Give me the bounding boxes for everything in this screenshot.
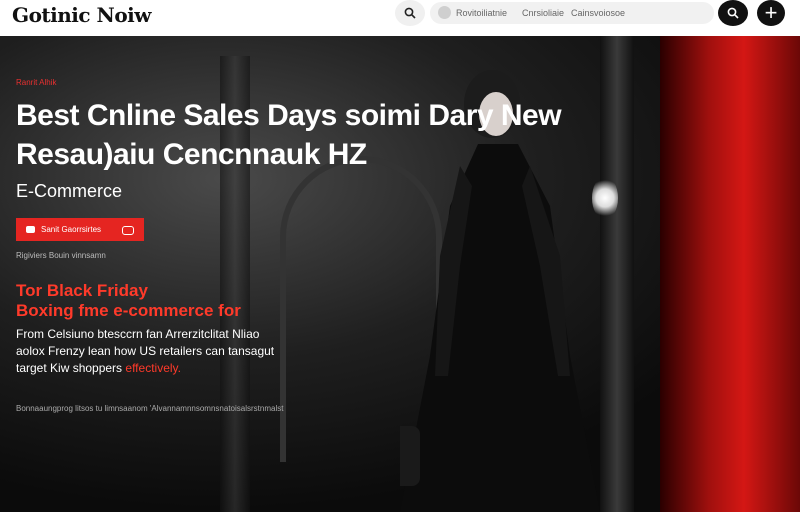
red-heading-line-1: Tor Black Friday bbox=[16, 281, 148, 300]
nav-link-3[interactable]: Cainsvoiosoe bbox=[571, 8, 625, 18]
cta-button[interactable]: Sanit Gaorrsirtes bbox=[16, 218, 144, 241]
tag-icon bbox=[26, 226, 35, 233]
avatar-icon[interactable] bbox=[438, 6, 451, 19]
article-meta: Rigiviers Bouin vinnsamn bbox=[16, 251, 106, 260]
search-button[interactable] bbox=[395, 0, 425, 26]
chat-icon bbox=[122, 226, 134, 235]
nav-pill: Rovitoiliatnie Cnrsioliaie Cainsvoiosoe bbox=[430, 2, 714, 24]
hero-footer-text: Bonnaaungprog litsos tu limnsaanom 'Alva… bbox=[16, 404, 284, 413]
article-description: From Celsiuno btesccrn fan Arrerzitclita… bbox=[16, 326, 286, 377]
article-tag[interactable]: Ranrit Alhik bbox=[16, 78, 56, 87]
search-icon bbox=[727, 7, 739, 19]
category-label: E-Commerce bbox=[16, 181, 123, 201]
search-submit-button[interactable] bbox=[718, 0, 748, 26]
nav-link-2[interactable]: Cnrsioliaie bbox=[522, 8, 564, 18]
description-emphasis: effectively. bbox=[125, 361, 181, 375]
plus-icon: + bbox=[764, 0, 778, 25]
nav-link-1[interactable]: Rovitoiliatnie bbox=[456, 8, 507, 18]
red-wall-background bbox=[660, 36, 800, 512]
hero-banner: Ranrit Alhik Best Cnline Sales Days soim… bbox=[0, 36, 800, 512]
add-button[interactable]: + bbox=[757, 0, 785, 26]
red-heading: Tor Black Friday Boxing fme e-commerce f… bbox=[16, 281, 241, 321]
hero-title-line-1: Best Cnline Sales Days soimi Dary New bbox=[16, 99, 562, 132]
red-heading-line-2: Boxing fme e-commerce for bbox=[16, 301, 241, 320]
top-navigation-bar: Gotinic Noiw Rovitoiliatnie Cnrsioliaie … bbox=[0, 0, 800, 36]
cta-button-label: Sanit Gaorrsirtes bbox=[41, 225, 102, 234]
hero-title: Best Cnline Sales Days soimi Dary New Re… bbox=[16, 96, 636, 174]
site-logo[interactable]: Gotinic Noiw bbox=[12, 3, 151, 27]
hero-title-line-2: Resau)aiu Cencnnauk HZ bbox=[16, 138, 367, 171]
search-icon bbox=[404, 7, 416, 19]
